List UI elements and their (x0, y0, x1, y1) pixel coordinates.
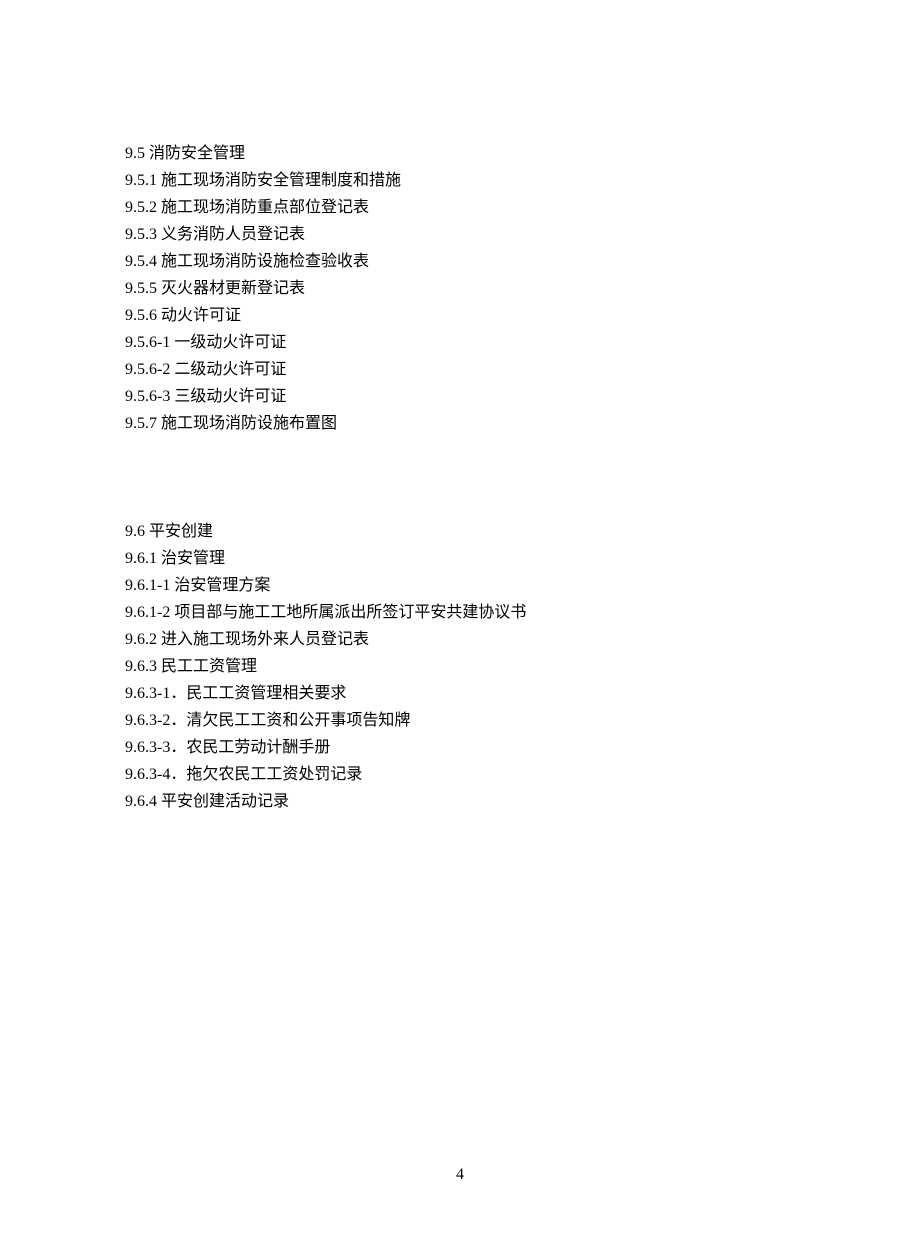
section-9-6: 9.6 平安创建 9.6.1 治安管理 9.6.1-1 治安管理方案 9.6.1… (125, 518, 805, 815)
toc-line: 9.5.6 动火许可证 (125, 302, 805, 329)
toc-line: 9.6.3-2．清欠民工工资和公开事项告知牌 (125, 707, 805, 734)
toc-line: 9.6.1-1 治安管理方案 (125, 572, 805, 599)
section-gap (125, 437, 805, 518)
toc-line: 9.6.3-1．民工工资管理相关要求 (125, 680, 805, 707)
toc-line: 9.5.4 施工现场消防设施检查验收表 (125, 248, 805, 275)
toc-line: 9.6.2 进入施工现场外来人员登记表 (125, 626, 805, 653)
toc-line: 9.5.1 施工现场消防安全管理制度和措施 (125, 167, 805, 194)
toc-line: 9.5.3 义务消防人员登记表 (125, 221, 805, 248)
document-content: 9.5 消防安全管理 9.5.1 施工现场消防安全管理制度和措施 9.5.2 施… (125, 140, 805, 815)
toc-line: 9.6 平安创建 (125, 518, 805, 545)
toc-line: 9.5.2 施工现场消防重点部位登记表 (125, 194, 805, 221)
toc-line: 9.6.1 治安管理 (125, 545, 805, 572)
toc-line: 9.5.5 灭火器材更新登记表 (125, 275, 805, 302)
toc-line: 9.6.3 民工工资管理 (125, 653, 805, 680)
toc-line: 9.5.6-2 二级动火许可证 (125, 356, 805, 383)
toc-line: 9.6.1-2 项目部与施工工地所属派出所签订平安共建协议书 (125, 599, 805, 626)
section-9-5: 9.5 消防安全管理 9.5.1 施工现场消防安全管理制度和措施 9.5.2 施… (125, 140, 805, 437)
toc-line: 9.6.3-3．农民工劳动计酬手册 (125, 734, 805, 761)
toc-line: 9.5.6-1 一级动火许可证 (125, 329, 805, 356)
toc-line: 9.5.7 施工现场消防设施布置图 (125, 410, 805, 437)
toc-line: 9.5 消防安全管理 (125, 140, 805, 167)
page-number: 4 (0, 1166, 920, 1184)
toc-line: 9.5.6-3 三级动火许可证 (125, 383, 805, 410)
toc-line: 9.6.3-4．拖欠农民工工资处罚记录 (125, 761, 805, 788)
toc-line: 9.6.4 平安创建活动记录 (125, 788, 805, 815)
